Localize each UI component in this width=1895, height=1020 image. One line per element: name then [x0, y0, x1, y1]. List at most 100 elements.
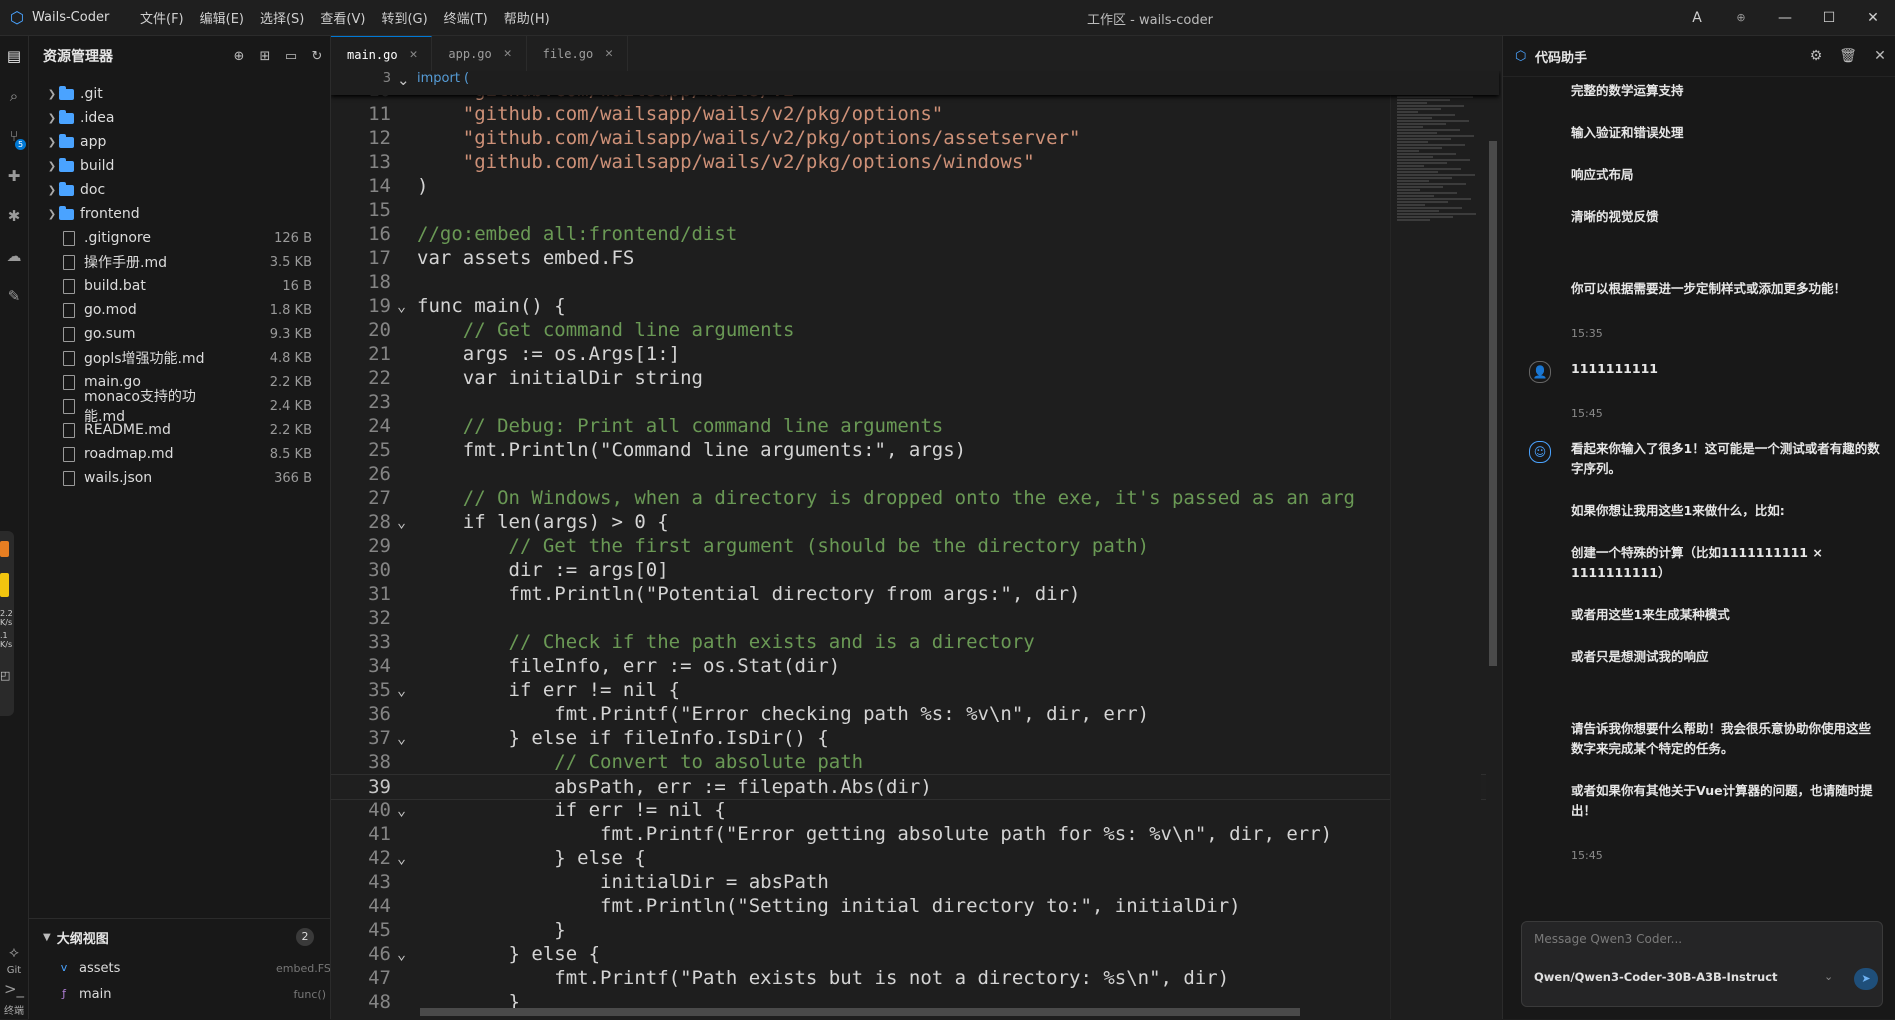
tools-icon[interactable]: ✎	[0, 276, 28, 316]
code-line[interactable]: 35 ⌄ if err != nil {	[331, 678, 1499, 702]
sticky-scroll-line[interactable]: 3 ⌄ import (	[331, 71, 1499, 95]
code-line[interactable]: 41 fmt.Printf("Error getting absolute pa…	[331, 822, 1499, 846]
chevron-right-icon[interactable]: ❯	[45, 89, 59, 100]
code-line[interactable]: 26	[331, 462, 1499, 486]
code-editor[interactable]: 3 ⌄ import ( 10 "github.com/wailsapp/wai…	[331, 71, 1501, 1019]
menu-help[interactable]: 帮助(H)	[496, 8, 558, 27]
code-line[interactable]: 43 initialDir = absPath	[331, 870, 1499, 894]
code-line[interactable]: 37 ⌄ } else if fileInfo.IsDir() {	[331, 726, 1499, 750]
maximize-button[interactable]: ☐	[1807, 0, 1851, 35]
file-item[interactable]: README.md 2.2 KB	[29, 418, 330, 442]
file-item[interactable]: 操作手册.md 3.5 KB	[29, 250, 330, 274]
cloud-icon[interactable]: ☁	[0, 236, 28, 276]
search-icon[interactable]: ⌕	[0, 76, 28, 116]
code-line[interactable]: 34 fileInfo, err := os.Stat(dir)	[331, 654, 1499, 678]
scrollbar-thumb[interactable]	[1489, 141, 1497, 666]
folder-item[interactable]: ❯ app	[29, 130, 330, 154]
folder-item[interactable]: ❯ build	[29, 154, 330, 178]
code-line[interactable]: 20 // Get command line arguments	[331, 318, 1499, 342]
outline-item-assets[interactable]: v assets embed.FS	[29, 955, 330, 981]
code-line[interactable]: 29 // Get the first argument (should be …	[331, 534, 1499, 558]
chevron-right-icon[interactable]: ❯	[45, 113, 59, 124]
code-line[interactable]: 39 absPath, err := filepath.Abs(dir)	[331, 774, 1499, 800]
fold-chevron-icon[interactable]: ⌄	[397, 510, 417, 534]
refresh-icon[interactable]: ↻	[304, 49, 330, 64]
file-item[interactable]: wails.json 366 B	[29, 466, 330, 490]
code-line[interactable]: 36 fmt.Printf("Error checking path %s: %…	[331, 702, 1499, 726]
monitor-chart-icon[interactable]: ◰	[0, 670, 10, 681]
menu-terminal[interactable]: 终端(T)	[436, 8, 496, 27]
new-file-icon[interactable]: ⊞	[252, 49, 278, 64]
code-line[interactable]: 21 args := os.Args[1:]	[331, 342, 1499, 366]
file-item[interactable]: .gitignore 126 B	[29, 226, 330, 250]
tab-app-go[interactable]: app.go ✕	[432, 36, 527, 71]
close-tab-icon[interactable]: ✕	[605, 46, 613, 61]
chevron-down-icon[interactable]: ⌄	[1824, 970, 1833, 983]
menu-selection[interactable]: 选择(S)	[252, 8, 312, 27]
code-line[interactable]: 24 // Debug: Print all command line argu…	[331, 414, 1499, 438]
code-line[interactable]: 12 "github.com/wailsapp/wails/v2/pkg/opt…	[331, 126, 1499, 150]
tab-file-go[interactable]: file.go ✕	[527, 36, 628, 71]
code-line[interactable]: 16 //go:embed all:frontend/dist	[331, 222, 1499, 246]
fold-chevron-icon[interactable]: ⌄	[397, 71, 417, 89]
font-icon[interactable]: A	[1675, 0, 1719, 35]
code-line[interactable]: 46 ⌄ } else {	[331, 942, 1499, 966]
close-button[interactable]: ✕	[1851, 0, 1895, 35]
code-line[interactable]: 44 fmt.Println("Setting initial director…	[331, 894, 1499, 918]
chat-input-box[interactable]: Message Qwen3 Coder... Qwen/Qwen3-Coder-…	[1521, 921, 1883, 1007]
fold-chevron-icon[interactable]: ⌄	[397, 294, 417, 318]
message-input[interactable]: Message Qwen3 Coder...	[1534, 932, 1682, 946]
code-line[interactable]: 31 fmt.Println("Potential directory from…	[331, 582, 1499, 606]
code-line[interactable]: 47 fmt.Printf("Path exists but is not a …	[331, 966, 1499, 990]
code-line[interactable]: 18	[331, 270, 1499, 294]
code-line[interactable]: 15	[331, 198, 1499, 222]
file-item[interactable]: build.bat 16 B	[29, 274, 330, 298]
git-graph-icon[interactable]: ⟡	[0, 941, 28, 963]
code-line[interactable]: 28 ⌄ if len(args) > 0 {	[331, 510, 1499, 534]
code-line[interactable]: 38 // Convert to absolute path	[331, 750, 1499, 774]
file-item[interactable]: go.sum 9.3 KB	[29, 322, 330, 346]
minimize-button[interactable]: —	[1763, 0, 1807, 35]
fold-chevron-icon[interactable]: ⌄	[397, 798, 417, 822]
code-line[interactable]: 11 "github.com/wailsapp/wails/v2/pkg/opt…	[331, 102, 1499, 126]
file-item[interactable]: gopls增强功能.md 4.8 KB	[29, 346, 330, 370]
chevron-down-icon[interactable]: ▼	[43, 932, 51, 943]
folder-item[interactable]: ❯ .git	[29, 82, 330, 106]
code-line[interactable]: 27 // On Windows, when a directory is dr…	[331, 486, 1499, 510]
code-line[interactable]: 23	[331, 390, 1499, 414]
debug-bug-icon[interactable]: ✱	[0, 196, 28, 236]
code-line[interactable]: 17 var assets embed.FS	[331, 246, 1499, 270]
editor-horizontal-scrollbar[interactable]	[420, 1008, 1300, 1016]
chevron-right-icon[interactable]: ❯	[45, 209, 59, 220]
close-icon[interactable]: ✕	[1864, 48, 1895, 64]
code-line[interactable]: 32	[331, 606, 1499, 630]
close-tab-icon[interactable]: ✕	[410, 47, 418, 62]
editor-vertical-scrollbar[interactable]	[1486, 71, 1500, 1019]
new-folder-icon[interactable]: ▭	[278, 49, 304, 64]
git-label[interactable]: Git	[0, 963, 28, 978]
outline-item-main[interactable]: ƒ main func()	[29, 981, 330, 1007]
code-line[interactable]: 30 dir := args[0]	[331, 558, 1499, 582]
fold-chevron-icon[interactable]: ⌄	[397, 726, 417, 750]
menu-edit[interactable]: 编辑(E)	[192, 8, 252, 27]
file-item[interactable]: roadmap.md 8.5 KB	[29, 442, 330, 466]
code-line[interactable]: 42 ⌄ } else {	[331, 846, 1499, 870]
extensions-icon[interactable]: ✚	[0, 156, 28, 196]
outline-header[interactable]: ▼ 大纲视图 2	[29, 919, 330, 955]
code-line[interactable]: 13 "github.com/wailsapp/wails/v2/pkg/opt…	[331, 150, 1499, 174]
menu-goto[interactable]: 转到(G)	[373, 8, 435, 27]
chevron-right-icon[interactable]: ❯	[45, 137, 59, 148]
code-line[interactable]: 19 ⌄ func main() {	[331, 294, 1499, 318]
menu-file[interactable]: 文件(F)	[132, 8, 192, 27]
minimap[interactable]	[1390, 71, 1481, 1019]
source-control-icon[interactable]: ⑂ 5	[0, 116, 28, 156]
code-line[interactable]: 33 // Check if the path exists and is a …	[331, 630, 1499, 654]
code-line[interactable]: 45 }	[331, 918, 1499, 942]
fold-chevron-icon[interactable]: ⌄	[397, 942, 417, 966]
fold-chevron-icon[interactable]: ⌄	[397, 846, 417, 870]
locate-file-icon[interactable]: ⊕	[226, 49, 252, 64]
explorer-files-icon[interactable]: ▤	[0, 36, 28, 76]
model-select[interactable]: Qwen/Qwen3-Coder-30B-A3B-Instruct	[1534, 970, 1778, 984]
code-line[interactable]: 40 ⌄ if err != nil {	[331, 798, 1499, 822]
send-button[interactable]: ➤	[1854, 968, 1878, 990]
